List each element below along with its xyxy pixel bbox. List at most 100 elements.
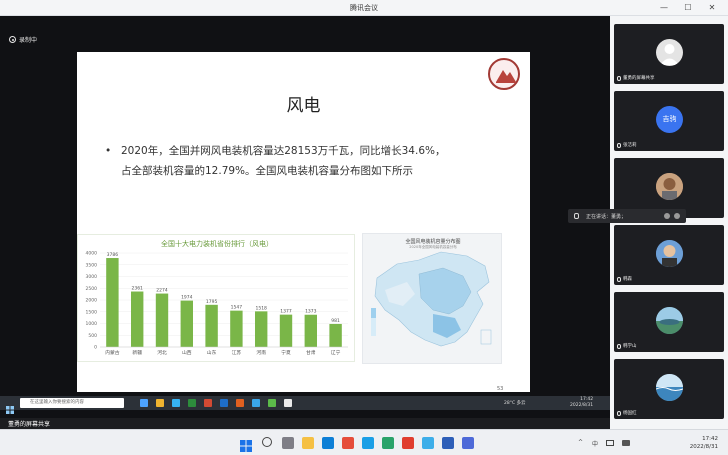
bar-3	[180, 300, 193, 347]
maximize-button[interactable]: ☐	[680, 2, 696, 14]
taskbar-clock[interactable]: 17:42 2022/8/31	[690, 435, 718, 451]
participant-tile[interactable]: 韩森	[614, 225, 724, 285]
participant-name-5: 杨国红	[617, 410, 637, 416]
remote-search-input[interactable]: 在这里输入你要搜索的内容	[20, 398, 124, 408]
store-icon[interactable]	[322, 437, 334, 449]
remote-app-icon[interactable]	[140, 399, 148, 407]
page-number: 53	[497, 386, 504, 392]
bar-value-label: 1377	[280, 309, 292, 315]
meeting-app-icon[interactable]	[422, 437, 434, 449]
bar-9	[329, 323, 342, 347]
close-button[interactable]: ✕	[704, 2, 720, 14]
edge-browser-icon[interactable]	[362, 437, 374, 449]
bar-7	[279, 314, 293, 347]
remote-app-icon[interactable]	[220, 399, 228, 407]
china-map-graphic	[371, 251, 492, 347]
word-icon[interactable]	[442, 437, 454, 449]
person-photo-icon	[656, 173, 683, 200]
volume-icon[interactable]	[622, 440, 630, 446]
participant-tile[interactable]: 董勇的屏幕共享	[614, 24, 724, 84]
remote-app-icon[interactable]	[204, 399, 212, 407]
remote-start-icon[interactable]	[6, 399, 14, 414]
task-view-icon[interactable]	[282, 437, 294, 449]
host-taskbar: ^ 中 17:42 2022/8/31	[0, 429, 728, 455]
avatar-photo	[656, 307, 683, 334]
mountain-logo-icon	[496, 70, 516, 83]
network-icon[interactable]	[606, 440, 614, 446]
x-tick-label: 新疆	[132, 349, 142, 356]
y-tick-label: 0	[94, 345, 97, 351]
bar-8	[304, 314, 317, 347]
remote-app-icon[interactable]	[284, 399, 292, 407]
input-language[interactable]: 中	[592, 439, 598, 448]
recording-indicator[interactable]: 录制中	[9, 35, 37, 44]
file-explorer-icon[interactable]	[302, 437, 314, 449]
participant-tile[interactable]: 杨国红	[614, 359, 724, 419]
remote-app-icon[interactable]	[172, 399, 180, 407]
bar-value-label: 1974	[181, 295, 193, 301]
slide-bullet: • 2020年，全国并网风电装机容量达28153万千瓦，同比增长34.6%， 占…	[105, 141, 525, 181]
participant-name-4: 韩学山	[617, 343, 637, 349]
avatar-photo	[656, 240, 683, 267]
windows-start-icon[interactable]	[240, 437, 252, 452]
bar-value-label: 1795	[206, 299, 218, 305]
chrome-browser-icon[interactable]	[382, 437, 394, 449]
speaking-label: 正在讲话：董勇；	[586, 214, 627, 220]
remote-app-icon[interactable]	[252, 399, 260, 407]
remote-app-icon[interactable]	[236, 399, 244, 407]
bar-value-label: 3786	[107, 252, 119, 258]
remote-app-icon[interactable]	[268, 399, 276, 407]
y-tick-label: 3500	[86, 262, 98, 268]
remote-app-icon[interactable]	[188, 399, 196, 407]
bar-value-label: 2274	[156, 288, 168, 294]
mic-icon	[617, 276, 621, 282]
y-tick-label: 1500	[86, 309, 98, 315]
remote-clock: 17:42 2022/8/31	[570, 397, 593, 409]
tray-overflow-icon[interactable]: ^	[578, 439, 583, 446]
landscape-photo-icon	[656, 307, 683, 334]
y-tick-label: 1000	[86, 321, 98, 327]
bar-2	[155, 293, 169, 347]
powerpoint-icon[interactable]	[402, 437, 414, 449]
search-icon[interactable]	[262, 437, 272, 447]
participant-name-1: 张洁莉	[617, 142, 637, 148]
x-tick-label: 甘肃	[306, 349, 316, 356]
remote-date: 2022/8/31	[570, 403, 594, 408]
meeting-app: 腾讯会议 — ☐ ✕ 录制中 风电 • 2020年，全国并网风电装机容量达281…	[0, 0, 728, 455]
avatar	[656, 39, 683, 66]
audio-level-icon	[664, 213, 670, 219]
slide-title: 风电	[286, 96, 321, 116]
speaking-indicator: 正在讲话：董勇；	[568, 209, 686, 223]
audio-level-icon	[674, 213, 680, 219]
remote-app-icon[interactable]	[156, 399, 164, 407]
bar-value-label: 2361	[131, 286, 143, 292]
participant-tile[interactable]: 吉驹 张洁莉	[614, 91, 724, 151]
sea-photo-icon	[656, 374, 683, 401]
x-tick-label: 内蒙古	[105, 349, 120, 356]
avatar-photo	[656, 173, 683, 200]
bar-chart: 0 500 1000 1500 2000 2500 3000 3500 4000 3786 内蒙古 2…	[86, 251, 348, 356]
bar-value-label: 981	[331, 318, 340, 324]
participant-name-3: 韩森	[617, 276, 632, 282]
participant-tile[interactable]: 韩学山	[614, 292, 724, 352]
window-title-bar: 腾讯会议 — ☐ ✕	[0, 0, 728, 16]
mic-icon	[617, 410, 621, 416]
screen-share-bar[interactable]: 董勇的屏幕共享	[0, 418, 610, 429]
bar-5	[230, 310, 243, 347]
remote-taskbar: 在这里输入你要搜索的内容 28°C 多云 17:42 2022/8/31	[0, 396, 610, 414]
y-tick-label: 3000	[86, 274, 98, 280]
x-tick-label: 宁夏	[281, 349, 291, 356]
x-tick-label: 江苏	[232, 349, 242, 356]
mic-icon	[617, 142, 621, 148]
mic-icon	[574, 213, 579, 219]
window-title: 腾讯会议	[350, 4, 378, 12]
x-tick-label: 辽宁	[331, 349, 341, 356]
y-tick-label: 2500	[86, 286, 98, 292]
app-icon[interactable]	[462, 437, 474, 449]
office-icon[interactable]	[342, 437, 354, 449]
shared-screen-stage: 录制中 风电 • 2020年，全国并网风电装机容量达28153万千瓦，同比增长3…	[0, 16, 610, 418]
record-icon	[9, 36, 16, 43]
university-logo	[488, 58, 520, 90]
minimize-button[interactable]: —	[656, 2, 672, 14]
bullet-marker-icon: •	[105, 145, 112, 157]
